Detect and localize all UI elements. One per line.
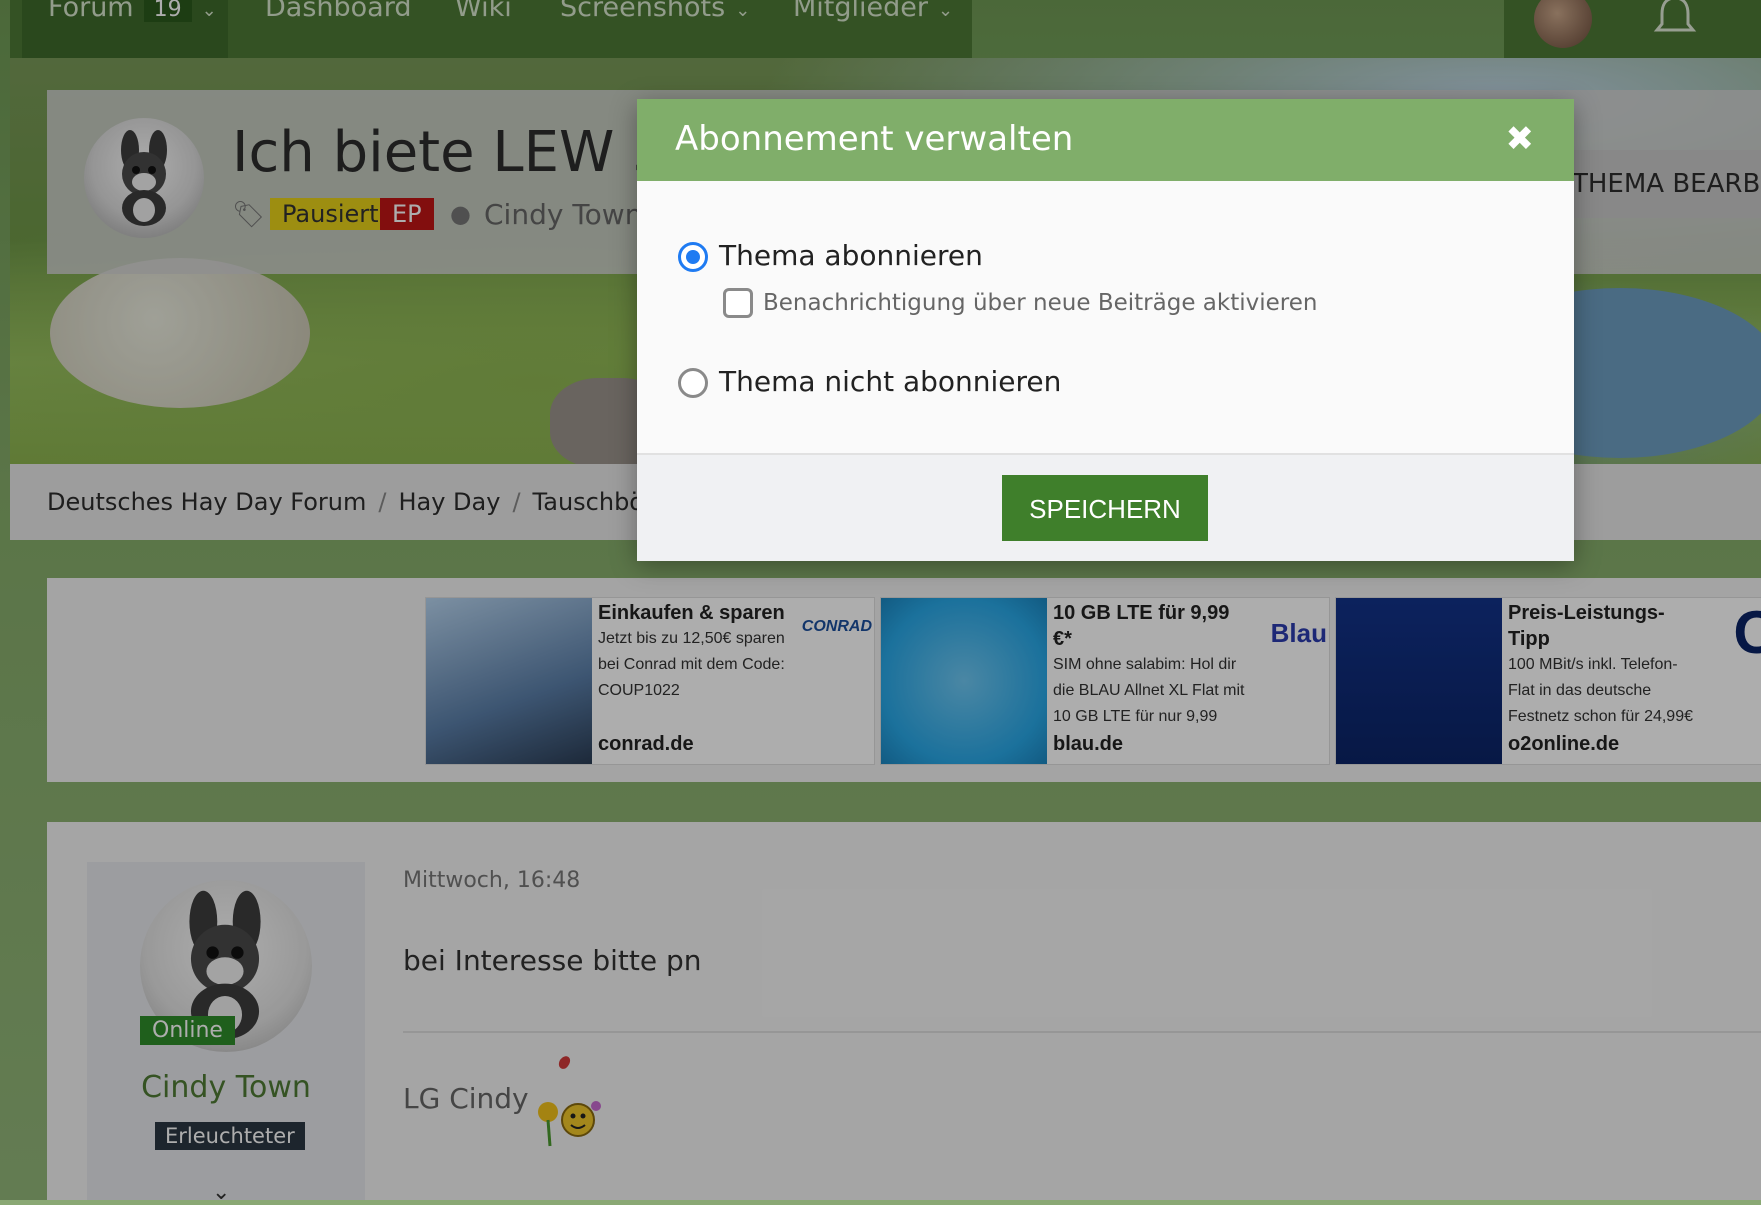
close-icon[interactable]: ✖: [1506, 119, 1535, 159]
option-notify-label[interactable]: Benachrichtigung über neue Beiträge akti…: [763, 290, 1317, 316]
dialog-header: Abonnement verwalten ✖: [637, 99, 1574, 181]
subscription-dialog: Abonnement verwalten ✖ Thema abonnieren …: [637, 99, 1574, 561]
dialog-title: Abonnement verwalten: [675, 119, 1074, 159]
save-button[interactable]: SPEICHERN: [1002, 475, 1208, 541]
dialog-footer: SPEICHERN: [637, 453, 1574, 561]
radio-subscribe[interactable]: [678, 242, 708, 272]
option-unsubscribe-label[interactable]: Thema nicht abonnieren: [719, 365, 1061, 398]
option-subscribe-label[interactable]: Thema abonnieren: [719, 239, 983, 272]
checkbox-notify[interactable]: [723, 288, 753, 318]
radio-unsubscribe[interactable]: [678, 368, 708, 398]
